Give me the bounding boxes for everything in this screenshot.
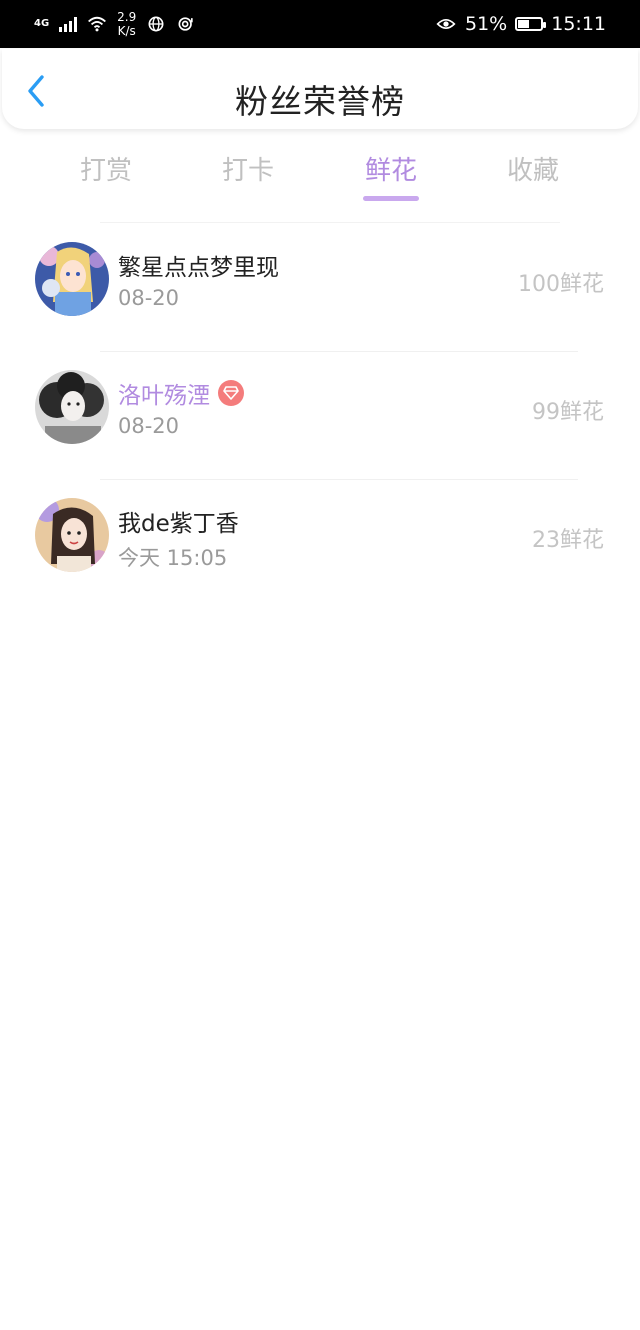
app-header: 粉丝荣誉榜 (2, 49, 638, 129)
signal-icon (59, 16, 78, 32)
fan-name-text: 繁星点点梦里现 (118, 255, 279, 281)
list-item[interactable]: 我de紫丁香 今天 15:05 23鲜花 (0, 480, 640, 608)
tab-label: 打卡 (221, 156, 274, 186)
avatar[interactable] (35, 498, 109, 572)
tab-checkin[interactable]: 打卡 (193, 150, 303, 202)
nfc-icon (178, 17, 193, 31)
speed-value: 2.9 (117, 10, 137, 24)
tab-label: 鲜花 (364, 156, 417, 186)
fan-date: 08-20 (118, 286, 180, 310)
tab-label: 收藏 (506, 156, 559, 186)
tab-underline (363, 196, 419, 201)
status-right: 51% 15:11 (435, 0, 606, 48)
fan-name: 洛叶殇湮 (118, 376, 244, 410)
list-item[interactable]: 繁星点点梦里现 08-20 100鲜花 (0, 224, 640, 352)
flower-count: 23鲜花 (532, 528, 604, 553)
fan-name: 我de紫丁香 (118, 504, 239, 538)
divider (100, 222, 560, 223)
diamond-icon (218, 380, 244, 406)
tab-flowers[interactable]: 鲜花 (336, 150, 446, 202)
battery-level-fill (518, 20, 530, 28)
status-bar: 4G 2.9 K/s 51% 15:11 (0, 0, 640, 48)
fan-name-text: 洛叶殇湮 (118, 383, 210, 409)
clock: 15:11 (551, 13, 606, 35)
fan-name-text: 我de紫丁香 (118, 511, 239, 537)
page-title: 粉丝荣誉榜 (235, 82, 405, 121)
status-left: 4G 2.9 K/s (34, 0, 196, 48)
globe-icon (148, 16, 164, 32)
list-item[interactable]: 洛叶殇湮 08-20 99鲜花 (0, 352, 640, 480)
tab-bar: 打赏 打卡 鲜花 收藏 (35, 150, 605, 210)
fan-name: 繁星点点梦里现 (118, 248, 279, 282)
avatar[interactable] (35, 242, 109, 316)
network-speed: 2.9 K/s (117, 10, 136, 38)
battery-percent: 51% (465, 13, 508, 35)
eye-icon (436, 19, 456, 29)
fan-date: 今天 15:05 (118, 546, 228, 570)
tab-reward[interactable]: 打赏 (51, 150, 161, 202)
avatar[interactable] (35, 370, 109, 444)
flower-count: 99鲜花 (532, 400, 604, 425)
fan-list: 繁星点点梦里现 08-20 100鲜花 洛叶殇湮 08-20 99鲜花 我de紫… (0, 224, 640, 608)
wifi-icon (88, 16, 107, 32)
tab-label: 打赏 (79, 156, 132, 186)
fan-date: 08-20 (118, 414, 180, 438)
battery-icon (515, 17, 547, 31)
network-type: 4G (34, 18, 50, 29)
speed-unit: K/s (117, 24, 136, 38)
flower-count: 100鲜花 (518, 272, 604, 297)
tab-favorites[interactable]: 收藏 (478, 150, 588, 202)
